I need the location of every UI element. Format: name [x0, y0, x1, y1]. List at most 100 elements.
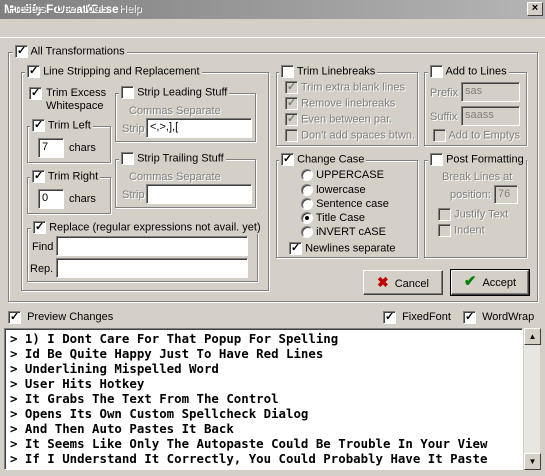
close-button[interactable]: ×: [527, 2, 543, 16]
trim-excess-label-2: Whitespace: [46, 100, 104, 112]
strip-leading-header: Strip Leading Stuff: [119, 86, 230, 99]
preview-line: > If I Understand It Correctly, You Coul…: [10, 451, 488, 466]
strip-trailing-label: Strip Trailing Stuff: [137, 152, 224, 165]
case-lowercase-option[interactable]: lowercase: [301, 184, 366, 197]
strip-trailing-checkbox[interactable]: [121, 152, 134, 165]
case-uppercase-radio[interactable]: [301, 169, 313, 182]
preview-line: > Id Be Quite Happy Just To Have Red Lin…: [10, 346, 324, 361]
all-transformations-header: All Transformations: [13, 44, 127, 58]
break-position-input[interactable]: 76: [494, 185, 518, 204]
indent-option[interactable]: Indent: [438, 224, 485, 237]
suffix-input[interactable]: saass: [461, 106, 520, 126]
break-lines-label: Break Lines at: [442, 171, 513, 183]
strip-leading-field-label: Strip: [122, 123, 145, 135]
replace-input[interactable]: [56, 258, 248, 278]
change-case-checkbox[interactable]: [281, 152, 294, 166]
add-to-emptys-checkbox[interactable]: [433, 129, 446, 142]
remove-linebreaks-option[interactable]: Remove linebreaks: [285, 96, 396, 110]
preview-line: > Underlining Mispelled Word: [10, 361, 219, 376]
strip-trailing-input[interactable]: [146, 184, 252, 204]
rep-label: Rep.: [30, 263, 54, 275]
add-to-lines-label: Add to Lines: [445, 65, 507, 78]
prefix-input[interactable]: sas: [461, 82, 520, 102]
preview-changes-checkbox[interactable]: [8, 310, 21, 324]
preview-line: > User Hits Hotkey: [10, 376, 145, 391]
case-title-option[interactable]: Title Case: [301, 212, 365, 225]
preview-line: > It Seems Like Only The Autopaste Could…: [10, 436, 488, 451]
all-transformations-checkbox[interactable]: [15, 44, 28, 58]
justify-text-option[interactable]: Justify Text: [438, 208, 508, 221]
case-sentence-radio[interactable]: [301, 198, 313, 211]
add-to-lines-checkbox[interactable]: [430, 65, 443, 78]
case-title-radio[interactable]: [301, 212, 313, 225]
trim-excess-label: Trim Excess: [46, 87, 107, 99]
trim-right-label: Trim Right: [47, 170, 99, 183]
scroll-down-arrow-icon[interactable]: ▼: [524, 453, 541, 470]
case-sentence-option[interactable]: Sentence case: [301, 198, 389, 211]
accept-button[interactable]: ✔ Accept: [450, 269, 530, 296]
remove-linebreaks-checkbox[interactable]: [285, 96, 298, 110]
add-to-emptys-option[interactable]: Add to Emptys: [433, 129, 520, 142]
indent-label: Indent: [454, 224, 485, 237]
strip-leading-input[interactable]: <,>,],[: [146, 118, 252, 138]
replace-checkbox[interactable]: [33, 220, 46, 234]
trim-left-input[interactable]: 7: [38, 138, 64, 158]
menu-help[interactable]: Help: [119, 3, 142, 15]
preview-changes-option[interactable]: Preview Changes: [8, 310, 114, 324]
fixedfont-checkbox[interactable]: [383, 310, 396, 324]
cancel-label: Cancel: [394, 278, 429, 290]
fixedfont-option[interactable]: FixedFont: [383, 310, 451, 324]
preview-changes-label: Preview Changes: [27, 311, 114, 324]
case-invert-option[interactable]: iNVERT cASE: [301, 226, 386, 239]
trim-excess-checkbox[interactable]: [29, 86, 42, 100]
trim-excess-option[interactable]: [29, 86, 42, 100]
trim-left-label: Trim Left: [47, 119, 91, 132]
replace-header: Replace (regular expressions not avail. …: [31, 220, 263, 234]
even-between-par-checkbox[interactable]: [285, 112, 298, 126]
preview-line: > Opens Its Own Custom Spellcheck Dialog: [10, 406, 309, 421]
break-position-label: position:: [450, 189, 491, 201]
trim-right-input[interactable]: 0: [38, 189, 64, 209]
no-spaces-checkbox[interactable]: [285, 129, 298, 142]
case-uppercase-option[interactable]: UPPERCASE: [301, 169, 384, 182]
case-invert-radio[interactable]: [301, 226, 313, 239]
prefix-label: Prefix: [430, 87, 459, 99]
no-spaces-option[interactable]: Don't add spaces btwn.: [285, 129, 415, 142]
all-transformations-label: All Transformations: [30, 45, 125, 58]
preview-textarea[interactable]: > 1) I Dont Care For That Popup For Spel…: [4, 328, 523, 470]
trim-blank-lines-checkbox[interactable]: [285, 80, 298, 94]
wordwrap-checkbox[interactable]: [463, 310, 476, 324]
justify-text-label: Justify Text: [454, 208, 509, 221]
preview-scrollbar[interactable]: ▲ ▼: [523, 328, 541, 470]
line-stripping-checkbox[interactable]: [27, 64, 40, 78]
strip-leading-hint: Commas Separate: [129, 105, 221, 117]
menu-presets[interactable]: Presets: [8, 3, 45, 15]
justify-text-checkbox[interactable]: [438, 208, 451, 221]
even-between-par-option[interactable]: Even between par.: [285, 112, 392, 126]
trim-blank-lines-option[interactable]: Trim extra blank lines: [285, 80, 405, 94]
case-lowercase-radio[interactable]: [301, 184, 313, 197]
wordwrap-option[interactable]: WordWrap: [463, 310, 534, 324]
newlines-separate-checkbox[interactable]: [289, 241, 302, 255]
find-input[interactable]: [56, 236, 248, 256]
menu-bar: [0, 20, 545, 38]
menu-user-tools[interactable]: User Tools: [56, 3, 108, 15]
trim-linebreaks-checkbox[interactable]: [281, 65, 294, 78]
preview-line: > It Grabs The Text From The Control: [10, 391, 279, 406]
strip-leading-checkbox[interactable]: [121, 86, 134, 99]
newlines-separate-option[interactable]: Newlines separate: [289, 241, 396, 255]
trim-left-checkbox[interactable]: [32, 118, 45, 132]
no-spaces-label: Don't add spaces btwn.: [301, 129, 416, 142]
replace-label: Replace (regular expressions not avail. …: [49, 221, 261, 234]
trim-linebreaks-header: Trim Linebreaks: [279, 65, 378, 78]
cancel-button[interactable]: ✖ Cancel: [363, 270, 443, 295]
post-formatting-label: Post Formatting: [446, 153, 524, 166]
accept-label: Accept: [482, 277, 517, 289]
scroll-up-arrow-icon[interactable]: ▲: [524, 328, 541, 345]
trim-right-checkbox[interactable]: [32, 169, 45, 183]
indent-checkbox[interactable]: [438, 224, 451, 237]
trim-left-header: Trim Left: [30, 118, 93, 132]
find-label: Find: [32, 241, 54, 253]
remove-linebreaks-label: Remove linebreaks: [301, 97, 396, 110]
post-formatting-checkbox[interactable]: [430, 153, 443, 166]
